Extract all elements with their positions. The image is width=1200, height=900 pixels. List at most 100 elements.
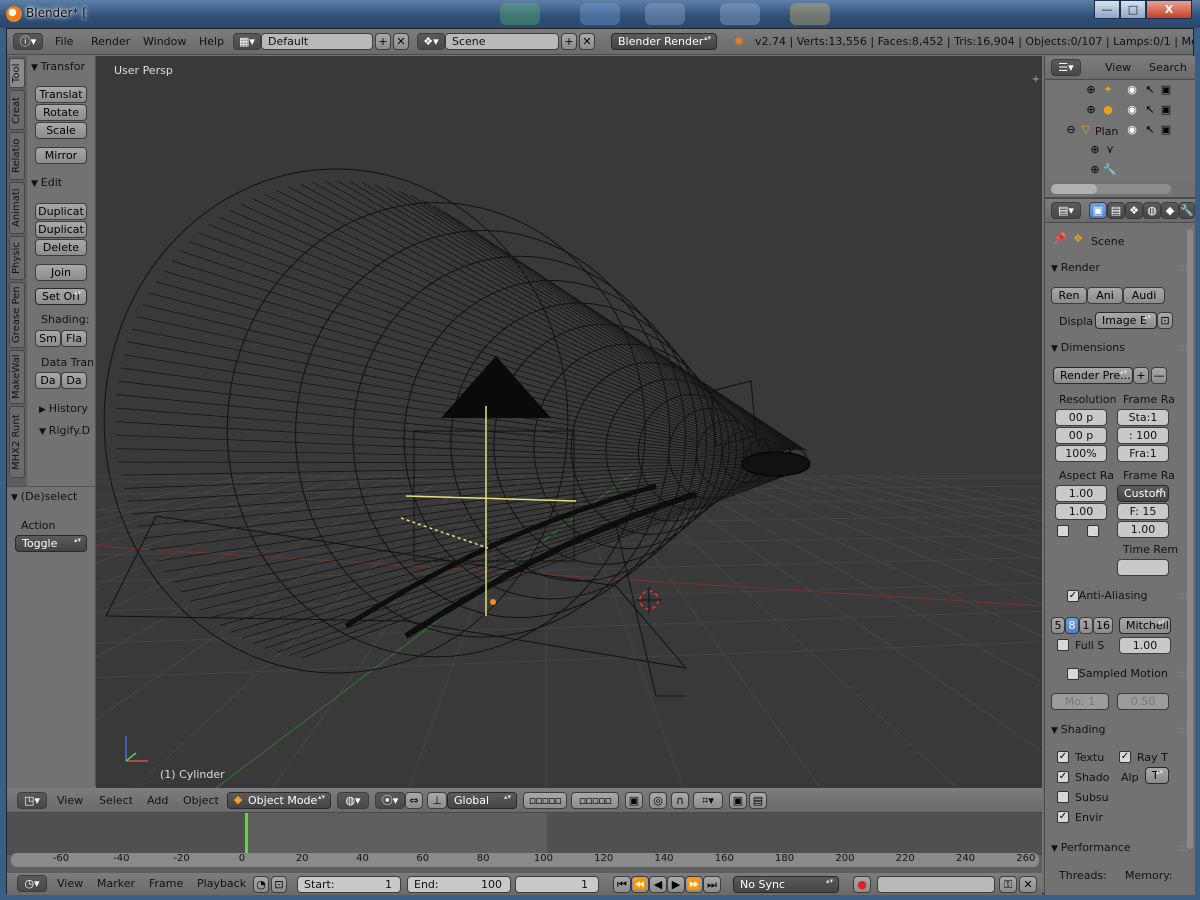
subsurface-checkbox[interactable] xyxy=(1057,791,1069,803)
start-frame-field[interactable]: Start: 1 xyxy=(297,876,401,893)
aa-samples-11[interactable]: 1 xyxy=(1079,617,1093,634)
current-frame-field[interactable]: 1 xyxy=(515,876,599,893)
rigify-panel-header[interactable]: Rigify.D xyxy=(39,424,90,437)
shading-panel-header[interactable]: Shading xyxy=(1051,723,1189,736)
timeline-editor[interactable]: -60 -40 -20 0 20 40 60 80 100 120 140 160 180 200 220 2… xyxy=(7,813,1042,873)
tab-grease-pencil[interactable]: Grease Pen xyxy=(9,282,25,348)
aa-samples-5[interactable]: 5 xyxy=(1051,617,1065,634)
aa-filter-dropdown[interactable]: Mitchell xyxy=(1119,617,1171,634)
menu-help[interactable]: Help xyxy=(199,29,224,55)
edit-panel-header[interactable]: Edit xyxy=(31,176,62,189)
shade-smooth-button[interactable]: Sm xyxy=(35,330,61,347)
translate-button[interactable]: Translat xyxy=(35,86,87,103)
proportional-editing-icon[interactable]: ◎ xyxy=(649,792,667,809)
current-frame-indicator[interactable] xyxy=(245,813,248,855)
alpha-dropdown[interactable]: T xyxy=(1145,767,1169,784)
transform-panel-header[interactable]: Transfor xyxy=(31,60,85,73)
preview-range-icon[interactable]: ◔ xyxy=(253,876,269,893)
keying-set-field[interactable] xyxy=(877,876,995,893)
screen-layout-field[interactable]: Default xyxy=(261,33,373,50)
scene-icon[interactable]: ❖▾ xyxy=(417,33,445,50)
visibility-eye-icon[interactable]: ◉ xyxy=(1125,122,1139,138)
scale-button[interactable]: Scale xyxy=(35,122,87,139)
menu-render[interactable]: Render xyxy=(91,29,130,55)
editor-type-button[interactable]: ☰▾ xyxy=(1051,59,1081,76)
deselect-panel-header[interactable]: (De)select xyxy=(11,490,78,503)
visibility-eye-icon[interactable]: ◉ xyxy=(1125,82,1139,98)
menu-frame[interactable]: Frame xyxy=(149,873,183,895)
expand-icon[interactable]: ⊕ xyxy=(1089,142,1101,158)
rotate-button[interactable]: Rotate xyxy=(35,104,87,121)
outliner[interactable]: ☰▾ View Search ⊕ ✦ ◉ ↖ ▣ ⊕ ● ◉ ↖ ▣ ⊖ ▽ P… xyxy=(1044,56,1195,197)
frame-step-field[interactable]: Fra:1 xyxy=(1117,445,1169,462)
shadows-checkbox[interactable]: ✓ xyxy=(1057,771,1069,783)
data-layout-button[interactable]: Da xyxy=(61,372,87,389)
resolution-y-field[interactable]: 00 p xyxy=(1055,427,1107,444)
menu-search[interactable]: Search xyxy=(1149,56,1187,80)
remove-preset-button[interactable]: — xyxy=(1151,367,1167,384)
delete-keyframe-icon[interactable]: ✕ xyxy=(1019,876,1037,893)
textures-checkbox[interactable]: ✓ xyxy=(1057,751,1069,763)
jump-end-icon[interactable]: ⏭ xyxy=(703,876,721,893)
manipulator-toggle-icon[interactable]: ⇔ xyxy=(405,792,423,809)
resolution-x-field[interactable]: 00 p xyxy=(1055,409,1107,426)
render-presets-dropdown[interactable]: Render Pre... xyxy=(1053,367,1133,384)
delete-button[interactable]: Delete xyxy=(35,239,87,256)
aa-samples-16[interactable]: 16 xyxy=(1093,617,1113,634)
menu-view[interactable]: View xyxy=(1105,56,1131,80)
expand-icon[interactable]: ⊕ xyxy=(1085,82,1097,98)
object-name-plane[interactable]: Plan xyxy=(1095,125,1118,138)
area-split-icon[interactable]: + xyxy=(1032,74,1040,85)
tab-physics[interactable]: Physic xyxy=(9,236,25,280)
minimize-button[interactable]: — xyxy=(1094,0,1120,19)
tab-tool[interactable]: Tool xyxy=(9,58,25,88)
world-context-icon[interactable]: ◍ xyxy=(1143,202,1161,219)
dimensions-panel-header[interactable]: Dimensions xyxy=(1051,341,1189,354)
aa-samples-8[interactable]: 8 xyxy=(1065,617,1079,634)
scene-field[interactable]: Scene xyxy=(445,33,559,50)
motion-samples-field[interactable]: Mo: 1 xyxy=(1051,693,1109,710)
render-button[interactable]: Ren xyxy=(1051,287,1087,304)
menu-view[interactable]: View xyxy=(57,873,83,895)
layers-group-1[interactable]: ▫▫▫▫▫ xyxy=(523,792,567,809)
aspect-x-field[interactable]: 1.00 xyxy=(1055,485,1107,502)
delete-layout-button[interactable]: ✕ xyxy=(393,33,409,50)
render-camera-icon[interactable]: ▣ xyxy=(1159,122,1173,138)
envmap-checkbox[interactable]: ✓ xyxy=(1057,811,1069,823)
time-remap-field[interactable] xyxy=(1117,559,1169,576)
pin-icon[interactable]: 📌 xyxy=(1053,231,1067,247)
anti-aliasing-checkbox[interactable]: ✓ xyxy=(1067,590,1079,602)
orientation-dropdown[interactable]: Global xyxy=(447,792,517,809)
tab-animation[interactable]: Animati xyxy=(9,182,25,234)
tab-makewalk[interactable]: MakeWal xyxy=(9,350,25,404)
select-cursor-icon[interactable]: ↖ xyxy=(1143,122,1157,138)
action-dropdown[interactable]: Toggle xyxy=(15,535,87,552)
render-camera-icon[interactable]: ▣ xyxy=(1159,82,1173,98)
properties-scrollbar[interactable] xyxy=(1187,229,1193,849)
start-frame-field[interactable]: Sta:1 xyxy=(1117,409,1169,426)
mirror-button[interactable]: Mirror xyxy=(35,147,87,164)
close-button[interactable]: X xyxy=(1146,0,1192,19)
performance-panel-header[interactable]: Performance xyxy=(1051,841,1189,854)
jump-keyframe-forward-icon[interactable]: ⏩ xyxy=(685,876,703,893)
menu-view[interactable]: View xyxy=(57,788,83,814)
object-context-icon[interactable]: ◆ xyxy=(1161,202,1179,219)
lock-interface-icon[interactable]: ⊡ xyxy=(1157,312,1173,329)
audio-button[interactable]: Audi xyxy=(1123,287,1165,304)
duplicate-button[interactable]: Duplicat xyxy=(35,203,87,220)
aspect-y-field[interactable]: 1.00 xyxy=(1055,503,1107,520)
snap-element-icon[interactable]: ⌗▾ xyxy=(693,792,723,809)
menu-playback[interactable]: Playback xyxy=(197,873,246,895)
editor-type-button[interactable]: ◷▾ xyxy=(17,875,47,892)
set-origin-dropdown[interactable]: Set Ori xyxy=(35,288,87,305)
snap-toggle-icon[interactable]: ∩ xyxy=(671,792,689,809)
render-engine-dropdown[interactable]: Blender Render xyxy=(611,33,717,50)
render-panel-header[interactable]: Render xyxy=(1051,261,1189,274)
maximize-button[interactable]: □ xyxy=(1120,0,1146,19)
record-icon[interactable]: ● xyxy=(853,876,871,893)
insert-keyframe-icon[interactable]: ⚿ xyxy=(999,876,1017,893)
scene-context-icon[interactable]: ❖ xyxy=(1125,202,1143,219)
tab-relations[interactable]: Relatio xyxy=(9,132,25,180)
lock-layers-icon[interactable]: ▣ xyxy=(625,792,643,809)
properties-editor[interactable]: ▤▾ ▣ ▤ ❖ ◍ ◆ 🔧 📌 ❖ Scene Render Ren Ani … xyxy=(1044,197,1195,895)
